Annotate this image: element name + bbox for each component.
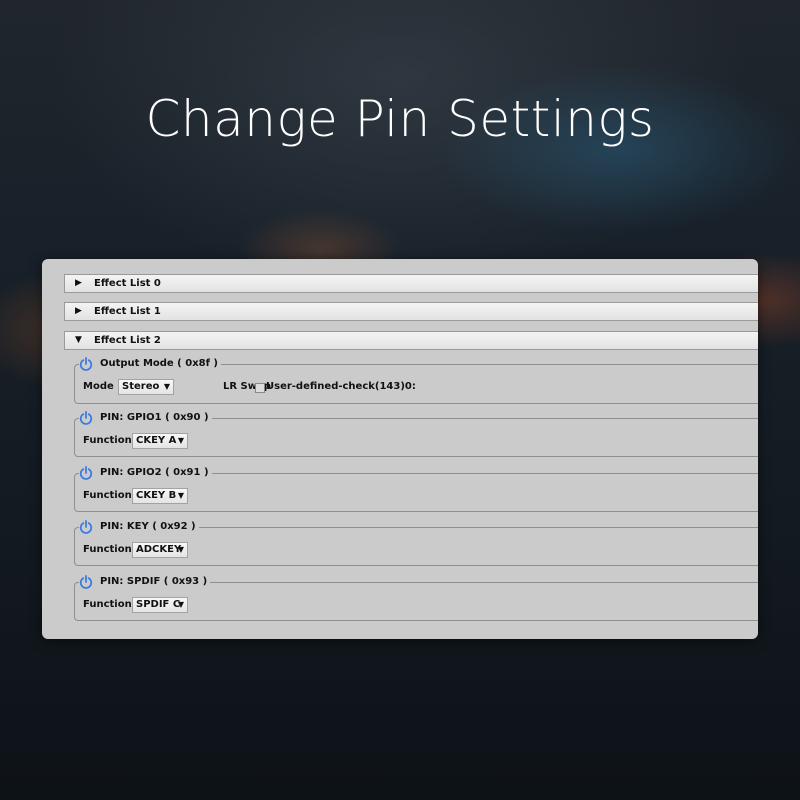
triangle-down-icon: ▼ <box>75 335 82 345</box>
chevron-down-icon: ▼ <box>177 545 184 554</box>
mode-select-value: Stereo <box>122 381 160 392</box>
chevron-down-icon: ▼ <box>177 436 184 445</box>
page-headline: Change Pin Settings <box>145 90 655 148</box>
effect-list-label: Effect List 2 <box>94 335 161 346</box>
function-select-value: ADCKEY <box>136 544 182 555</box>
effect-list-0-header[interactable]: ▶ Effect List 0 <box>64 274 758 293</box>
power-icon[interactable] <box>79 411 93 425</box>
group-title: PIN: GPIO2 ( 0x91 ) <box>79 465 212 481</box>
mode-label: Mode <box>83 381 114 392</box>
group-title: PIN: GPIO1 ( 0x90 ) <box>79 410 212 426</box>
pin-gpio1-group: PIN: GPIO1 ( 0x90 ) Function CKEY A ▼ <box>74 410 758 457</box>
triangle-right-icon: ▶ <box>75 306 82 316</box>
pin-title: PIN: SPDIF ( 0x93 ) <box>100 576 208 587</box>
effect-list-1-header[interactable]: ▶ Effect List 1 <box>64 302 758 321</box>
function-select[interactable]: SPDIF C ▼ <box>132 597 188 613</box>
function-select-value: CKEY B <box>136 490 177 501</box>
power-icon[interactable] <box>79 520 93 534</box>
chevron-down-icon: ▼ <box>177 600 184 609</box>
function-select[interactable]: CKEY B ▼ <box>132 488 188 504</box>
group-title: Output Mode ( 0x8f ) <box>79 356 222 372</box>
function-select[interactable]: CKEY A ▼ <box>132 433 188 449</box>
pin-title: PIN: KEY ( 0x92 ) <box>100 521 196 532</box>
pin-key-group: PIN: KEY ( 0x92 ) Function ADCKEY ▼ <box>74 519 758 566</box>
effect-list-2-header[interactable]: ▼ Effect List 2 <box>64 331 758 350</box>
output-mode-group: Output Mode ( 0x8f ) Mode Stereo ▼ LR Sw… <box>74 356 758 404</box>
triangle-right-icon: ▶ <box>75 278 82 288</box>
effect-list-label: Effect List 1 <box>94 306 161 317</box>
function-label: Function <box>83 544 132 555</box>
output-mode-title: Output Mode ( 0x8f ) <box>100 358 219 369</box>
function-select[interactable]: ADCKEY ▼ <box>132 542 188 558</box>
user-defined-label: User-defined-check(143)0: <box>266 381 416 392</box>
chevron-down-icon: ▼ <box>163 382 170 391</box>
group-title: PIN: KEY ( 0x92 ) <box>79 519 199 535</box>
function-select-value: SPDIF C <box>136 599 181 610</box>
function-label: Function <box>83 490 132 501</box>
power-icon[interactable] <box>79 575 93 589</box>
pin-title: PIN: GPIO1 ( 0x90 ) <box>100 412 209 423</box>
settings-panel: ▶ Effect List 0 ▶ Effect List 1 ▼ Effect… <box>42 259 758 639</box>
pin-spdif-group: PIN: SPDIF ( 0x93 ) Function SPDIF C ▼ <box>74 574 758 621</box>
effect-list-label: Effect List 0 <box>94 278 161 289</box>
mode-select[interactable]: Stereo ▼ <box>118 379 174 395</box>
function-label: Function <box>83 599 132 610</box>
pin-gpio2-group: PIN: GPIO2 ( 0x91 ) Function CKEY B ▼ <box>74 465 758 512</box>
group-title: PIN: SPDIF ( 0x93 ) <box>79 574 211 590</box>
pin-title: PIN: GPIO2 ( 0x91 ) <box>100 467 209 478</box>
power-icon[interactable] <box>79 466 93 480</box>
function-label: Function <box>83 435 132 446</box>
power-icon[interactable] <box>79 357 93 371</box>
function-select-value: CKEY A <box>136 435 177 446</box>
chevron-down-icon: ▼ <box>177 491 184 500</box>
lr-swap-checkbox[interactable] <box>255 383 265 393</box>
